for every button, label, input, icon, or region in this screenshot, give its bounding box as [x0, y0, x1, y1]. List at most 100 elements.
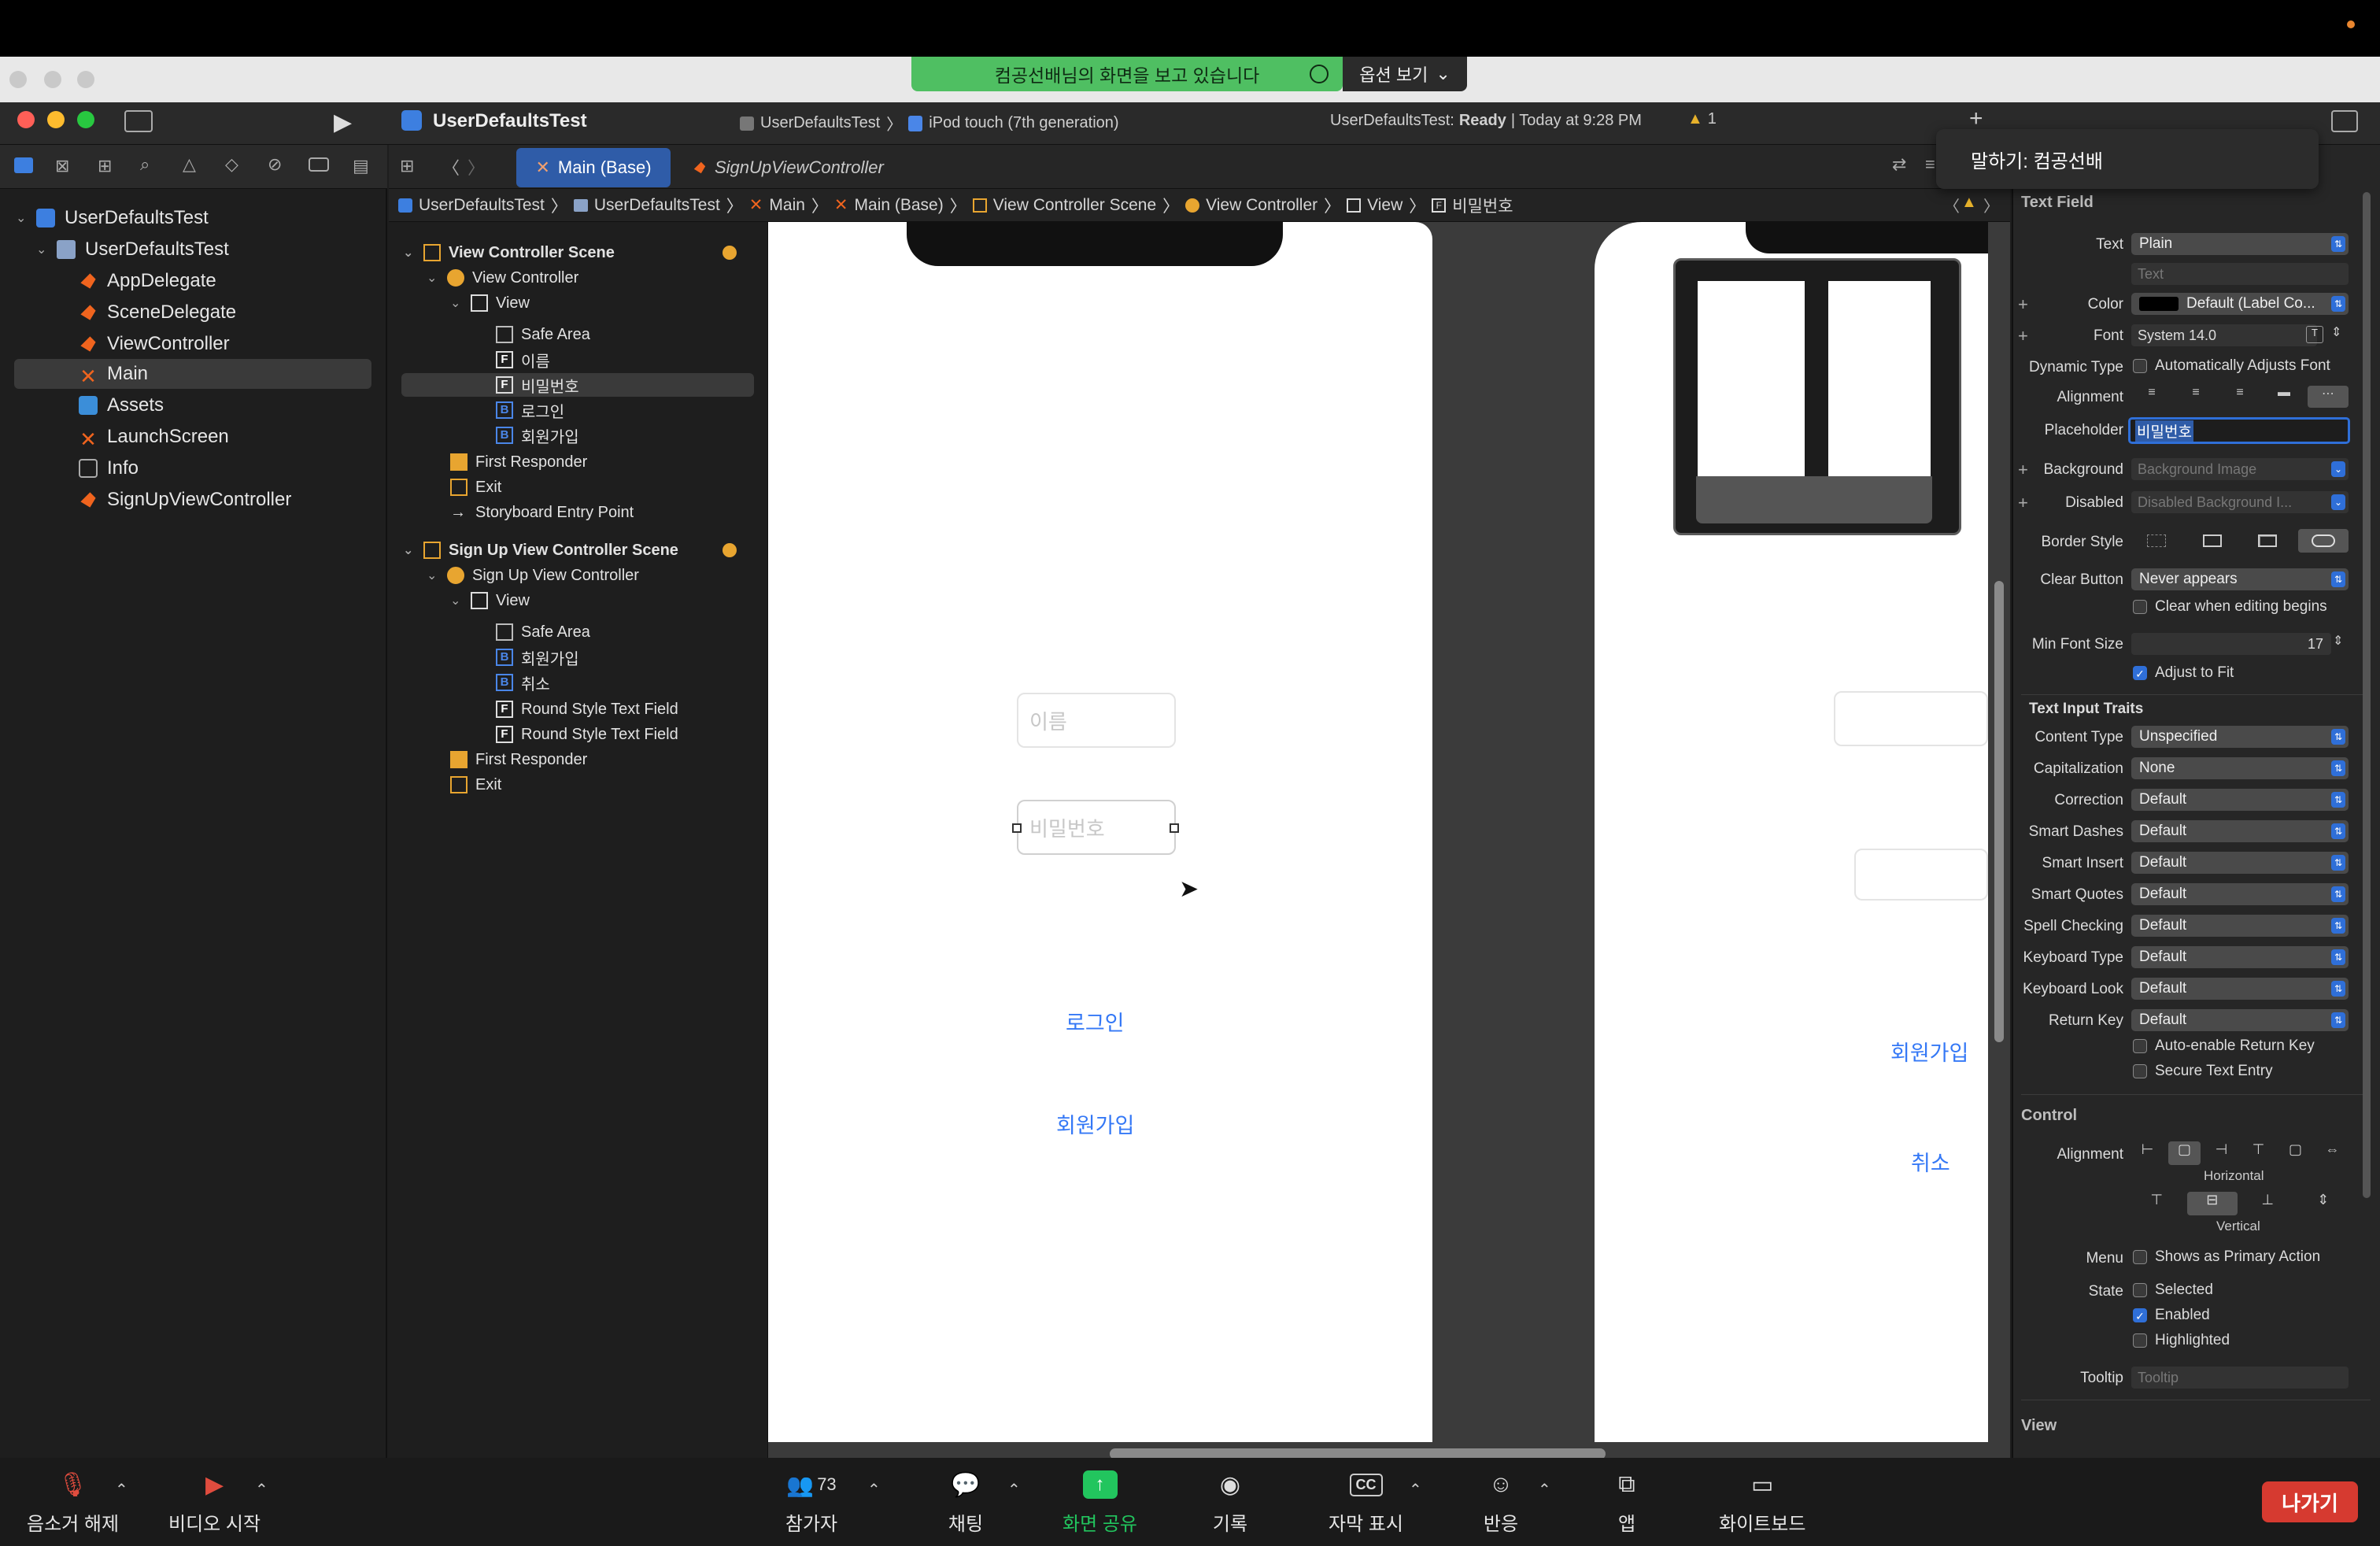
smart-quotes-select[interactable]: Default ⇅: [2131, 883, 2349, 905]
align-justify-icon[interactable]: ▬: [2264, 386, 2304, 408]
editor-options-icon[interactable]: ≡: [1925, 154, 1935, 175]
nav-item-launchscreen[interactable]: ✕ LaunchScreen: [79, 422, 229, 452]
text-type-select[interactable]: Plain ⇅: [2131, 233, 2349, 255]
vertical-alignment-segmented[interactable]: ⊤ ⊟ ⊥ ⇕: [2131, 1192, 2349, 1215]
border-style-segmented[interactable]: [2131, 529, 2349, 553]
nav-item-scenedelegate[interactable]: SceneDelegate: [79, 298, 236, 327]
jump-item[interactable]: Main (Base): [855, 196, 944, 215]
outline-exit[interactable]: Exit: [450, 773, 501, 797]
clear-editing-checkbox[interactable]: Clear when editing begins: [2133, 598, 2327, 616]
stepper-icon[interactable]: ⇕: [2331, 324, 2341, 340]
align-left-icon[interactable]: ≡: [2131, 386, 2172, 408]
chevron-up-icon[interactable]: ⌃: [255, 1480, 268, 1500]
background-image-select[interactable]: Background Image ⌄: [2131, 458, 2349, 480]
jump-item[interactable]: View Controller: [1206, 196, 1318, 215]
forward-icon[interactable]: 〉: [468, 154, 485, 179]
record-button[interactable]: ◉ 기록: [1210, 1466, 1250, 1536]
outline-view[interactable]: ⌄ View: [450, 589, 530, 612]
view-options-button[interactable]: 옵션 보기 ⌄: [1343, 57, 1467, 91]
h-align-fill-icon[interactable]: ⇔: [2316, 1141, 2349, 1165]
breakpoint-icon[interactable]: [309, 157, 329, 172]
chevron-down-icon[interactable]: ⌄: [427, 270, 442, 286]
content-type-select[interactable]: Unspecified ⇅: [2131, 726, 2349, 748]
h-align-leading-icon[interactable]: ⊤: [2242, 1141, 2275, 1165]
nav-item-info[interactable]: Info: [79, 453, 139, 483]
v-align-fill-icon[interactable]: ⇕: [2298, 1192, 2349, 1215]
chevron-down-icon[interactable]: ⌄: [16, 210, 31, 226]
source-control-icon[interactable]: ⊠: [55, 156, 69, 176]
add-icon[interactable]: +: [1969, 105, 1983, 132]
border-line-icon[interactable]: [2187, 529, 2238, 553]
tab-signupviewcontroller[interactable]: SignUpViewController: [693, 148, 929, 187]
outline-first-responder[interactable]: First Responder: [450, 450, 587, 474]
inspector-scrollbar[interactable]: [2363, 192, 2371, 1198]
v-align-center-icon[interactable]: ⊟: [2186, 1192, 2238, 1215]
return-key-select[interactable]: Default ⇅: [2131, 1009, 2349, 1031]
search-icon[interactable]: ⌕: [140, 154, 150, 175]
secure-entry-checkbox[interactable]: Secure Text Entry: [2133, 1063, 2273, 1080]
h-align-left-icon[interactable]: ⊢: [2131, 1141, 2164, 1165]
h-align-center-icon[interactable]: ▢: [2168, 1141, 2201, 1165]
outline-textfield-name[interactable]: F 이름: [496, 348, 550, 372]
outline-button-login[interactable]: B 로그인: [496, 398, 564, 422]
chevron-up-icon[interactable]: ⌃: [1007, 1480, 1021, 1500]
align-center-icon[interactable]: ≡: [2175, 386, 2216, 408]
jump-item[interactable]: Main: [769, 196, 805, 215]
issue-icon[interactable]: △: [183, 154, 196, 175]
vertical-scrollbar[interactable]: [1994, 581, 2004, 1042]
inspector-toggle-icon[interactable]: [2331, 110, 2358, 132]
report-icon[interactable]: ▤: [353, 156, 369, 176]
outline-scene-signup[interactable]: ⌄ Sign Up View Controller Scene: [403, 538, 678, 562]
chevron-down-icon[interactable]: ⌄: [450, 295, 466, 311]
chevron-down-icon[interactable]: ⌄: [403, 542, 419, 558]
start-video-button[interactable]: ▶︎ 비디오 시작: [168, 1466, 261, 1536]
state-highlighted-checkbox[interactable]: Highlighted: [2133, 1332, 2230, 1349]
v-align-top-icon[interactable]: ⊤: [2131, 1192, 2182, 1215]
outline-textfield-password[interactable]: F 비밀번호: [401, 373, 754, 397]
border-none-icon[interactable]: [2131, 529, 2182, 553]
warning-badge[interactable]: ▲ 1: [1687, 110, 1717, 128]
run-icon[interactable]: ▶: [334, 109, 352, 136]
name-textfield[interactable]: 이름: [1017, 693, 1176, 748]
outline-view[interactable]: ⌄ View: [450, 291, 530, 315]
window-minimize-grey[interactable]: [44, 71, 61, 88]
chevron-down-icon[interactable]: ⌄: [450, 593, 466, 608]
chevron-down-icon[interactable]: ⌄: [36, 242, 52, 257]
outline-textfield-round[interactable]: F Round Style Text Field: [496, 723, 678, 746]
folder-icon[interactable]: [14, 157, 33, 173]
outline-first-responder[interactable]: First Responder: [450, 748, 587, 771]
outline-safe-area[interactable]: Safe Area: [496, 323, 590, 346]
sidebar-toggle-icon[interactable]: [124, 110, 153, 132]
maximize-icon[interactable]: [77, 111, 94, 128]
test-icon[interactable]: ◇: [225, 154, 238, 175]
nav-item-viewcontroller[interactable]: ViewController: [79, 329, 230, 359]
outline-safe-area[interactable]: Safe Area: [496, 620, 590, 644]
share-screen-button[interactable]: ↑ 화면 공유: [1062, 1466, 1137, 1536]
swap-icon[interactable]: ⇄: [1892, 154, 1906, 175]
font-field[interactable]: System 14.0: [2131, 324, 2317, 346]
leave-button[interactable]: 나가기: [2262, 1481, 2358, 1522]
password-textfield[interactable]: 비밀번호: [1017, 800, 1176, 855]
color-select[interactable]: Default (Label Co... ⇅: [2131, 293, 2349, 315]
outline-button-join[interactable]: B 회원가입: [496, 645, 579, 669]
grid-icon[interactable]: ⊞: [400, 156, 414, 176]
keyboard-look-select[interactable]: Default ⇅: [2131, 978, 2349, 1000]
border-bezel-icon[interactable]: [2242, 529, 2293, 553]
nav-item-group[interactable]: ⌄ UserDefaultsTest: [36, 235, 378, 264]
smart-insert-select[interactable]: Default ⇅: [2131, 852, 2349, 874]
signup-join-button[interactable]: 회원가입: [1890, 1036, 1968, 1067]
h-align-trailing-icon[interactable]: ▢: [2279, 1141, 2312, 1165]
align-natural-icon[interactable]: ⋯: [2308, 386, 2349, 408]
next-issue-icon[interactable]: 〉: [1983, 194, 1999, 216]
spell-checking-select[interactable]: Default ⇅: [2131, 915, 2349, 937]
jump-item[interactable]: View: [1367, 196, 1402, 215]
align-right-icon[interactable]: ≡: [2219, 386, 2260, 408]
close-icon[interactable]: [17, 111, 35, 128]
chevron-down-icon[interactable]: ⌄: [403, 245, 419, 261]
font-picker-icon[interactable]: T: [2306, 326, 2323, 343]
scheme-selector[interactable]: UserDefaultsTest 〉 iPod touch (7th gener…: [740, 112, 1119, 135]
unmute-button[interactable]: 🎙︎ 음소거 해제: [27, 1466, 119, 1536]
placeholder-input[interactable]: 비밀번호: [2128, 417, 2350, 444]
min-font-field[interactable]: 17: [2131, 633, 2331, 655]
resize-handle[interactable]: [1012, 823, 1022, 833]
